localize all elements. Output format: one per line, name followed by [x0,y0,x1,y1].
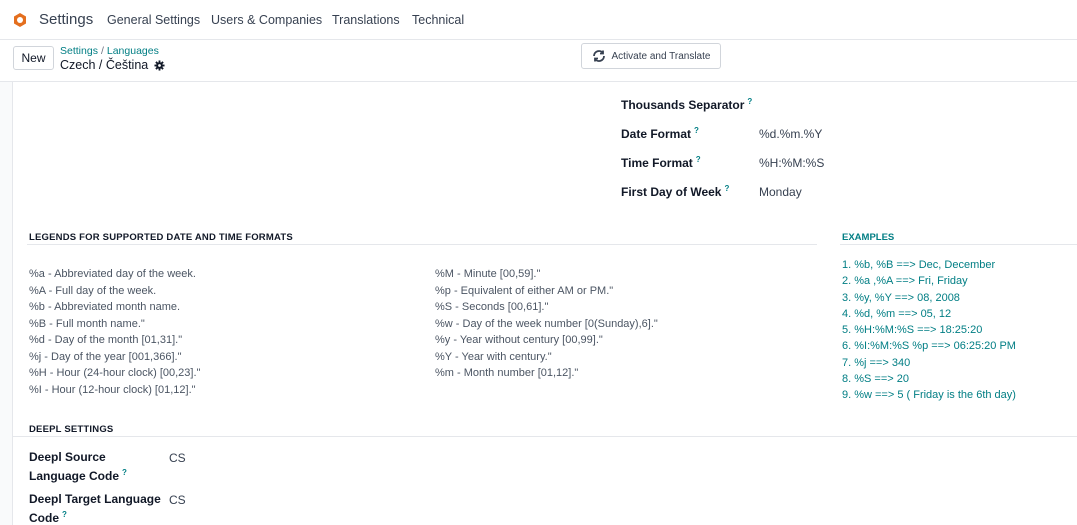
list-item: 5. %H:%M:%S ==> 18:25:20 [842,324,983,337]
list-item: %H - Hour (24-hour clock) [00,23]." [29,367,201,379]
list-item: %w - Day of the week number [0(Sunday),6… [435,317,658,330]
deepl-divider [13,436,1077,437]
help-icon[interactable]: ? [724,184,729,193]
app-name[interactable]: Settings [39,11,93,28]
list-item: %y - Year without century [00,99]." [435,334,603,346]
list-item: 3. %y, %Y ==> 08, 2008 [842,291,960,304]
legend-column-2: %M - Minute [00,59]." %p - Equivalent of… [435,266,658,382]
list-item: 1. %b, %B ==> Dec, December [842,259,996,271]
examples-list: 1. %b, %B ==> Dec, December 2. %a ,%A ==… [842,257,1016,404]
help-icon[interactable]: ? [62,510,67,519]
activate-and-translate-button[interactable]: Activate and Translate [581,43,721,69]
list-item: %S - Seconds [00,61]." [435,301,549,313]
examples-divider [840,244,1077,245]
top-navbar: Settings General Settings Users & Compan… [0,0,1077,40]
record-name: Czech / Čeština [60,58,149,72]
menu-users-companies[interactable]: Users & Companies [211,13,322,27]
help-icon[interactable]: ? [747,97,752,106]
list-item: %M - Minute [00,59]." [435,268,541,280]
help-icon[interactable]: ? [122,468,127,477]
list-item: %Y - Year with century." [435,350,552,363]
field-value-first-day-of-week[interactable]: Monday [759,185,802,199]
new-button[interactable]: New [13,46,54,70]
list-item: 9. %w ==> 5 ( Friday is the 6th day) [842,389,1016,402]
menu-technical[interactable]: Technical [412,13,464,27]
help-icon[interactable]: ? [694,126,699,135]
examples-title: EXAMPLES [842,232,895,243]
field-label-deepl-target: Deepl Target Language Code? [29,492,161,525]
control-panel: New Settings / Languages Czech / Čeština A… [0,40,1077,82]
list-item: %I - Hour (12-hour clock) [01,12]." [29,383,196,396]
app-logo-icon[interactable] [12,12,28,28]
list-item: 6. %I:%M:%S %p ==> 06:25:20 PM [842,340,1016,353]
list-item: 8. %S ==> 20 [842,373,909,386]
gear-icon[interactable] [154,59,165,71]
list-item: %B - Full month name." [29,317,145,330]
breadcrumb-settings[interactable]: Settings [60,45,98,57]
help-icon[interactable]: ? [696,155,701,164]
field-label-first-day-of-week: First Day of Week? [621,184,730,199]
activate-label: Activate and Translate [611,50,711,62]
field-value-date-format[interactable]: %d.%m.%Y [759,127,822,141]
legends-title: LEGENDS FOR SUPPORTED DATE AND TIME FORM… [29,232,293,243]
list-item: %j - Day of the year [001,366]." [29,350,182,363]
field-label-date-format: Date Format? [621,126,699,141]
form-sheet: Thousands Separator? Date Format? %d.%m.… [12,82,1077,525]
list-item: %A - Full day of the week. [29,284,157,297]
list-item: 4. %d, %m ==> 05, 12 [842,307,952,320]
legend-column-1: %a - Abbreviated day of the week. %A - F… [29,266,200,398]
record-title: Czech / Čeština [60,58,165,72]
deepl-settings-title: DEEPL SETTINGS [29,424,114,435]
breadcrumb: Settings / Languages [60,45,159,57]
field-label-time-format: Time Format? [621,155,701,170]
field-value-time-format[interactable]: %H:%M:%S [759,156,824,170]
breadcrumb-separator: / [100,45,104,57]
list-item: %a - Abbreviated day of the week. [29,268,196,280]
field-label-deepl-source: Deepl Source Language Code? [29,450,127,483]
menu-translations[interactable]: Translations [332,13,400,27]
field-value-deepl-source[interactable]: CS [169,451,186,465]
menu-general-settings[interactable]: General Settings [107,13,200,27]
list-item: 7. %j ==> 340 [842,356,911,369]
list-item: %m - Month number [01,12]." [435,367,579,379]
field-label-thousands-separator: Thousands Separator? [621,97,753,112]
list-item: %b - Abbreviated month name. [29,301,181,313]
list-item: 2. %a ,%A ==> Fri, Friday [842,275,968,288]
legends-divider [27,244,817,245]
refresh-icon [592,50,605,62]
breadcrumb-languages[interactable]: Languages [107,45,159,57]
field-value-deepl-target[interactable]: CS [169,493,186,507]
list-item: %p - Equivalent of either AM or PM." [435,284,614,297]
list-item: %d - Day of the month [01,31]." [29,334,183,346]
